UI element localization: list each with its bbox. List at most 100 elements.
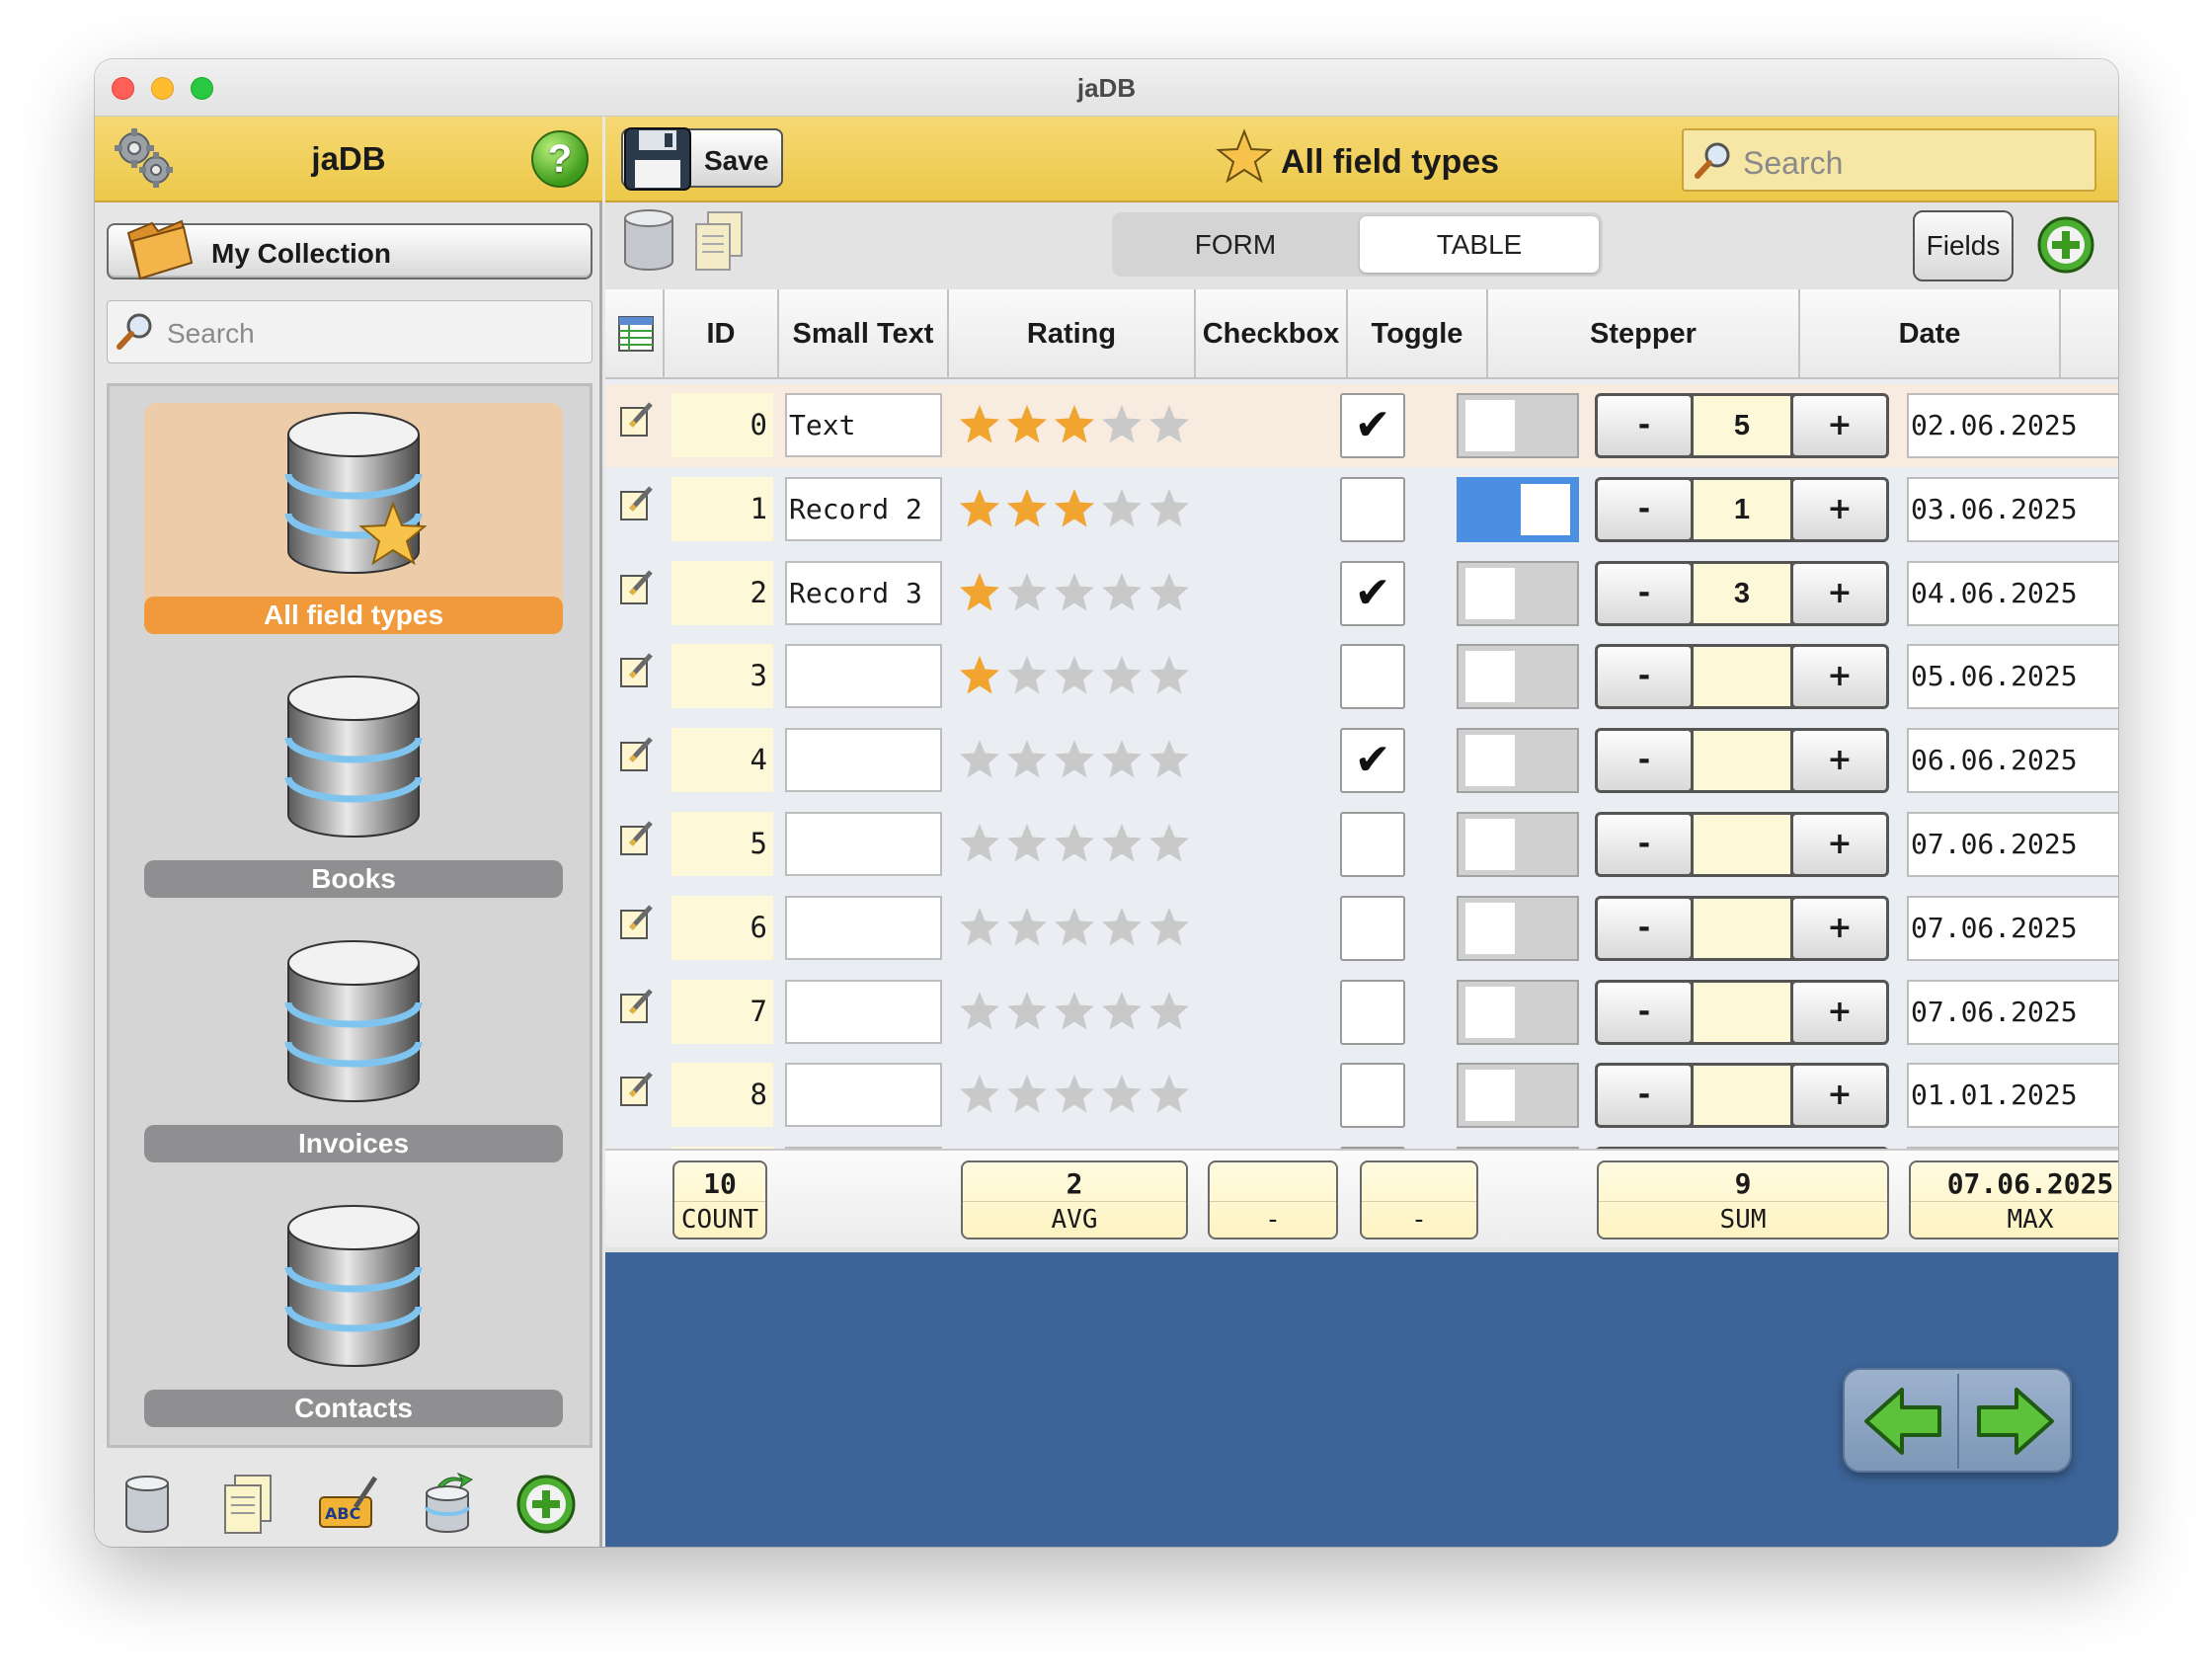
small-text-field[interactable]	[785, 895, 942, 960]
column-header-date[interactable]: Date	[1800, 289, 2061, 379]
rating-star-icon[interactable]	[1053, 822, 1096, 865]
stepper-decrement-button[interactable]: -	[1598, 1066, 1691, 1126]
rating-star-icon[interactable]	[958, 822, 1001, 865]
stepper-increment-button[interactable]: +	[1793, 479, 1886, 539]
rating-star-icon[interactable]	[1053, 403, 1096, 446]
checkbox[interactable]: ✔	[1340, 393, 1405, 458]
stepper-decrement-button[interactable]: -	[1598, 563, 1691, 623]
small-text-field[interactable]	[785, 728, 942, 793]
copy-icon[interactable]	[217, 1472, 282, 1537]
add-record-icon[interactable]	[2035, 214, 2096, 276]
column-header-stepper[interactable]: Stepper	[1488, 289, 1800, 379]
stepper-increment-button[interactable]: +	[1793, 731, 1886, 791]
table-row[interactable]: 2Record 3✔-3+04.06.202514	[605, 552, 2118, 635]
tab-form[interactable]: FORM	[1116, 216, 1355, 273]
table-row[interactable]: 0Text✔-5+02.06.202510	[605, 384, 2118, 467]
table-row[interactable]: 4✔-+06.06.202514	[605, 719, 2118, 802]
rating-control[interactable]	[958, 738, 1205, 783]
tab-table[interactable]: TABLE	[1360, 216, 1599, 273]
edit-record-icon[interactable]	[617, 568, 657, 607]
date-field[interactable]: 04.06.2025	[1907, 560, 2118, 626]
rating-star-icon[interactable]	[1147, 487, 1191, 530]
toggle-switch[interactable]	[1457, 560, 1579, 626]
small-text-field[interactable]	[785, 644, 942, 709]
rating-star-icon[interactable]	[1053, 571, 1096, 614]
rating-star-icon[interactable]	[1147, 571, 1191, 614]
rename-icon[interactable]: ABC	[316, 1472, 381, 1537]
database-icon[interactable]	[619, 208, 680, 274]
collection-item-books[interactable]: Books	[144, 667, 563, 898]
rating-star-icon[interactable]	[1005, 654, 1049, 697]
rating-star-icon[interactable]	[1100, 403, 1144, 446]
column-header-toggle[interactable]: Toggle	[1348, 289, 1488, 379]
stepper-value[interactable]: 3	[1694, 563, 1790, 623]
stepper-decrement-button[interactable]: -	[1598, 982, 1691, 1042]
rating-star-icon[interactable]	[1005, 738, 1049, 781]
table-settings-header[interactable]	[605, 289, 665, 379]
toggle-switch[interactable]	[1457, 393, 1579, 458]
date-field[interactable]: 07.06.2025	[1907, 895, 2118, 961]
column-header-next[interactable]	[2061, 289, 2118, 379]
stepper-value[interactable]	[1694, 1066, 1790, 1126]
toggle-switch[interactable]	[1457, 895, 1579, 961]
small-text-field[interactable]	[785, 812, 942, 876]
date-field[interactable]: 07.06.2025	[1907, 812, 2118, 877]
rating-star-icon[interactable]	[1100, 654, 1144, 697]
stepper-decrement-button[interactable]: -	[1598, 479, 1691, 539]
my-collection-button[interactable]: My Collection	[107, 219, 592, 280]
edit-record-icon[interactable]	[617, 735, 657, 774]
small-text-field[interactable]: Text	[785, 393, 942, 457]
toggle-switch[interactable]	[1457, 979, 1579, 1045]
small-text-field[interactable]	[785, 1063, 942, 1128]
toggle-switch[interactable]	[1457, 476, 1579, 542]
rating-star-icon[interactable]	[958, 738, 1001, 781]
stepper-decrement-button[interactable]: -	[1598, 396, 1691, 455]
edit-record-icon[interactable]	[617, 819, 657, 858]
table-row[interactable]: 1Record 2-1+03.06.202509	[605, 468, 2118, 551]
toggle-switch[interactable]	[1457, 1063, 1579, 1129]
checkbox[interactable]	[1340, 979, 1405, 1045]
rating-star-icon[interactable]	[1147, 654, 1191, 697]
rating-control[interactable]	[958, 654, 1205, 699]
date-field[interactable]: 01.01.2025	[1907, 1063, 2118, 1129]
small-text-field[interactable]	[785, 979, 942, 1044]
rating-star-icon[interactable]	[1147, 906, 1191, 949]
checkbox[interactable]	[1340, 812, 1405, 877]
toggle-switch[interactable]	[1457, 728, 1579, 794]
rating-star-icon[interactable]	[1005, 1073, 1049, 1116]
rating-star-icon[interactable]	[1100, 738, 1144, 781]
sidebar-search-input[interactable]: Search	[107, 300, 592, 363]
stepper-value[interactable]	[1694, 647, 1790, 707]
rating-control[interactable]	[958, 1073, 1205, 1118]
rating-star-icon[interactable]	[1005, 571, 1049, 614]
rating-star-icon[interactable]	[1053, 738, 1096, 781]
edit-record-icon[interactable]	[617, 987, 657, 1026]
fields-button[interactable]: Fields	[1913, 210, 2014, 281]
rating-star-icon[interactable]	[1147, 990, 1191, 1033]
rating-star-icon[interactable]	[1005, 906, 1049, 949]
small-text-field[interactable]: Record 3	[785, 560, 942, 625]
rating-star-icon[interactable]	[1053, 990, 1096, 1033]
close-window-button[interactable]	[112, 77, 134, 100]
column-header-id[interactable]: ID	[665, 289, 779, 379]
edit-record-icon[interactable]	[617, 1070, 657, 1109]
rating-star-icon[interactable]	[1005, 487, 1049, 530]
stepper-decrement-button[interactable]: -	[1598, 815, 1691, 874]
column-header-checkbox[interactable]: Checkbox	[1196, 289, 1348, 379]
stepper-decrement-button[interactable]: -	[1598, 731, 1691, 791]
edit-record-icon[interactable]	[617, 651, 657, 690]
collection-item-contacts[interactable]: Contacts	[144, 1196, 563, 1427]
small-text-field[interactable]: Record 2	[785, 476, 942, 541]
rating-control[interactable]	[958, 403, 1205, 448]
save-button[interactable]: Save	[621, 127, 783, 191]
rating-star-icon[interactable]	[1053, 1073, 1096, 1116]
rating-star-icon[interactable]	[1005, 822, 1049, 865]
date-field[interactable]: 06.06.2025	[1907, 728, 2118, 794]
stepper-increment-button[interactable]: +	[1793, 982, 1886, 1042]
column-header-small-text[interactable]: Small Text	[779, 289, 949, 379]
stepper-increment-button[interactable]: +	[1793, 647, 1886, 707]
table-row[interactable]: 5-+07.06.202515	[605, 803, 2118, 886]
rating-star-icon[interactable]	[1100, 487, 1144, 530]
minimize-window-button[interactable]	[151, 77, 174, 100]
next-arrow-icon[interactable]	[1961, 1376, 2070, 1467]
